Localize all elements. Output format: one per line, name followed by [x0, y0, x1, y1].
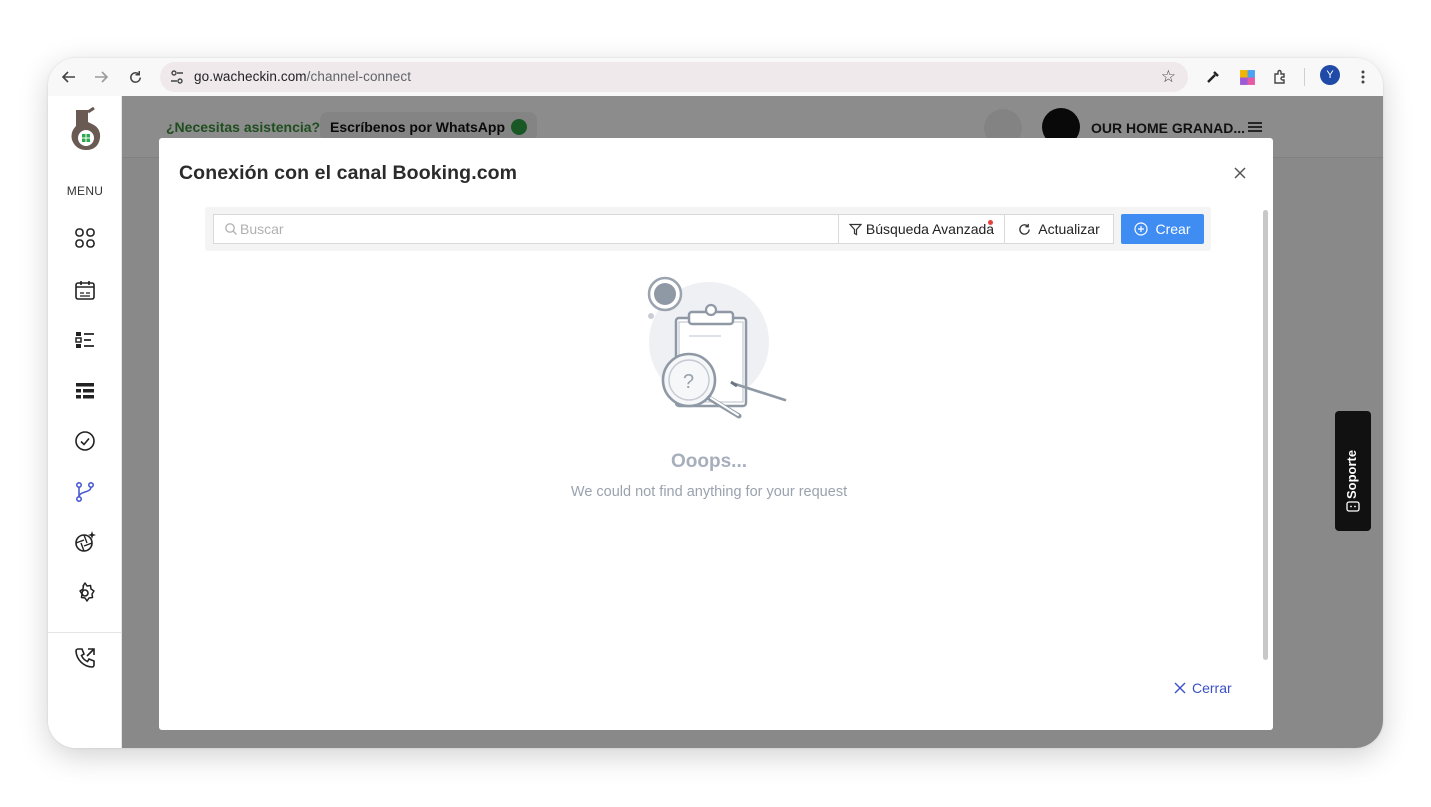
advanced-search-button[interactable]: Búsqueda Avanzada [838, 214, 1005, 244]
search-toolbar: Búsqueda Avanzada Actualizar Crear [205, 207, 1211, 251]
advanced-search-label: Búsqueda Avanzada [865, 221, 995, 237]
support-tab-label: Soporte [1344, 449, 1359, 499]
extensions-puzzle-icon[interactable] [1269, 66, 1291, 88]
channel-connect-modal: Conexión con el canal Booking.com Búsque… [159, 138, 1273, 730]
create-label: Crear [1155, 221, 1191, 237]
close-icon[interactable] [1231, 164, 1249, 182]
close-modal-label: Cerrar [1192, 680, 1232, 696]
extension-color-icon[interactable] [1236, 66, 1258, 88]
modal-title: Conexión con el canal Booking.com [179, 162, 518, 184]
search-box [213, 214, 839, 244]
close-x-icon [1174, 682, 1186, 694]
svg-text:?: ? [683, 371, 694, 393]
create-button[interactable]: Crear [1121, 214, 1204, 244]
empty-state-subtitle: We could not find anything for your requ… [570, 484, 848, 500]
filter-indicator-dot [988, 220, 993, 225]
search-input[interactable] [240, 216, 830, 242]
refresh-button[interactable]: Actualizar [1004, 214, 1114, 244]
dashboard-icon[interactable] [73, 226, 97, 250]
support-tab[interactable]: Soporte [1335, 411, 1371, 531]
browser-toolbar: go.wacheckin.com/channel-connect ☆ Y [48, 58, 1383, 96]
kebab-menu-icon[interactable] [1352, 66, 1374, 88]
profile-avatar[interactable]: Y [1320, 65, 1340, 85]
wacheckin-logo[interactable] [68, 106, 102, 152]
address-bar[interactable]: go.wacheckin.com/channel-connect ☆ [160, 62, 1188, 92]
plus-circle-icon [1134, 222, 1149, 236]
settings-icon[interactable] [73, 581, 97, 605]
support-chat-icon [1346, 501, 1360, 512]
calendar-icon[interactable] [73, 278, 97, 302]
sidebar-divider [48, 632, 122, 633]
sidebar: MENU [48, 96, 122, 748]
site-settings-icon[interactable] [168, 68, 186, 86]
refresh-label: Actualizar [1038, 221, 1100, 237]
toolbar-separator [1304, 68, 1305, 86]
filter-icon [848, 223, 862, 235]
empty-state-illustration: ? [647, 276, 787, 419]
bookmark-star-icon[interactable]: ☆ [1161, 67, 1176, 87]
search-icon [225, 223, 237, 235]
reload-icon[interactable] [124, 66, 146, 88]
forward-icon[interactable] [90, 66, 112, 88]
empty-state-title: Ooops... [671, 451, 747, 472]
eyedropper-icon[interactable] [1202, 66, 1224, 88]
menu-label: MENU [66, 184, 104, 198]
list-icon[interactable] [73, 328, 97, 352]
check-circle-icon[interactable] [73, 429, 97, 453]
table-icon[interactable] [73, 379, 97, 403]
phone-icon[interactable] [73, 646, 97, 670]
close-modal-button[interactable]: Cerrar [1174, 680, 1232, 696]
modal-scrollbar[interactable] [1263, 210, 1268, 660]
refresh-icon [1019, 223, 1031, 235]
back-icon[interactable] [58, 66, 80, 88]
url-text: go.wacheckin.com/channel-connect [194, 69, 412, 84]
ai-sparkle-icon[interactable] [73, 530, 97, 554]
branch-icon[interactable] [73, 480, 97, 504]
